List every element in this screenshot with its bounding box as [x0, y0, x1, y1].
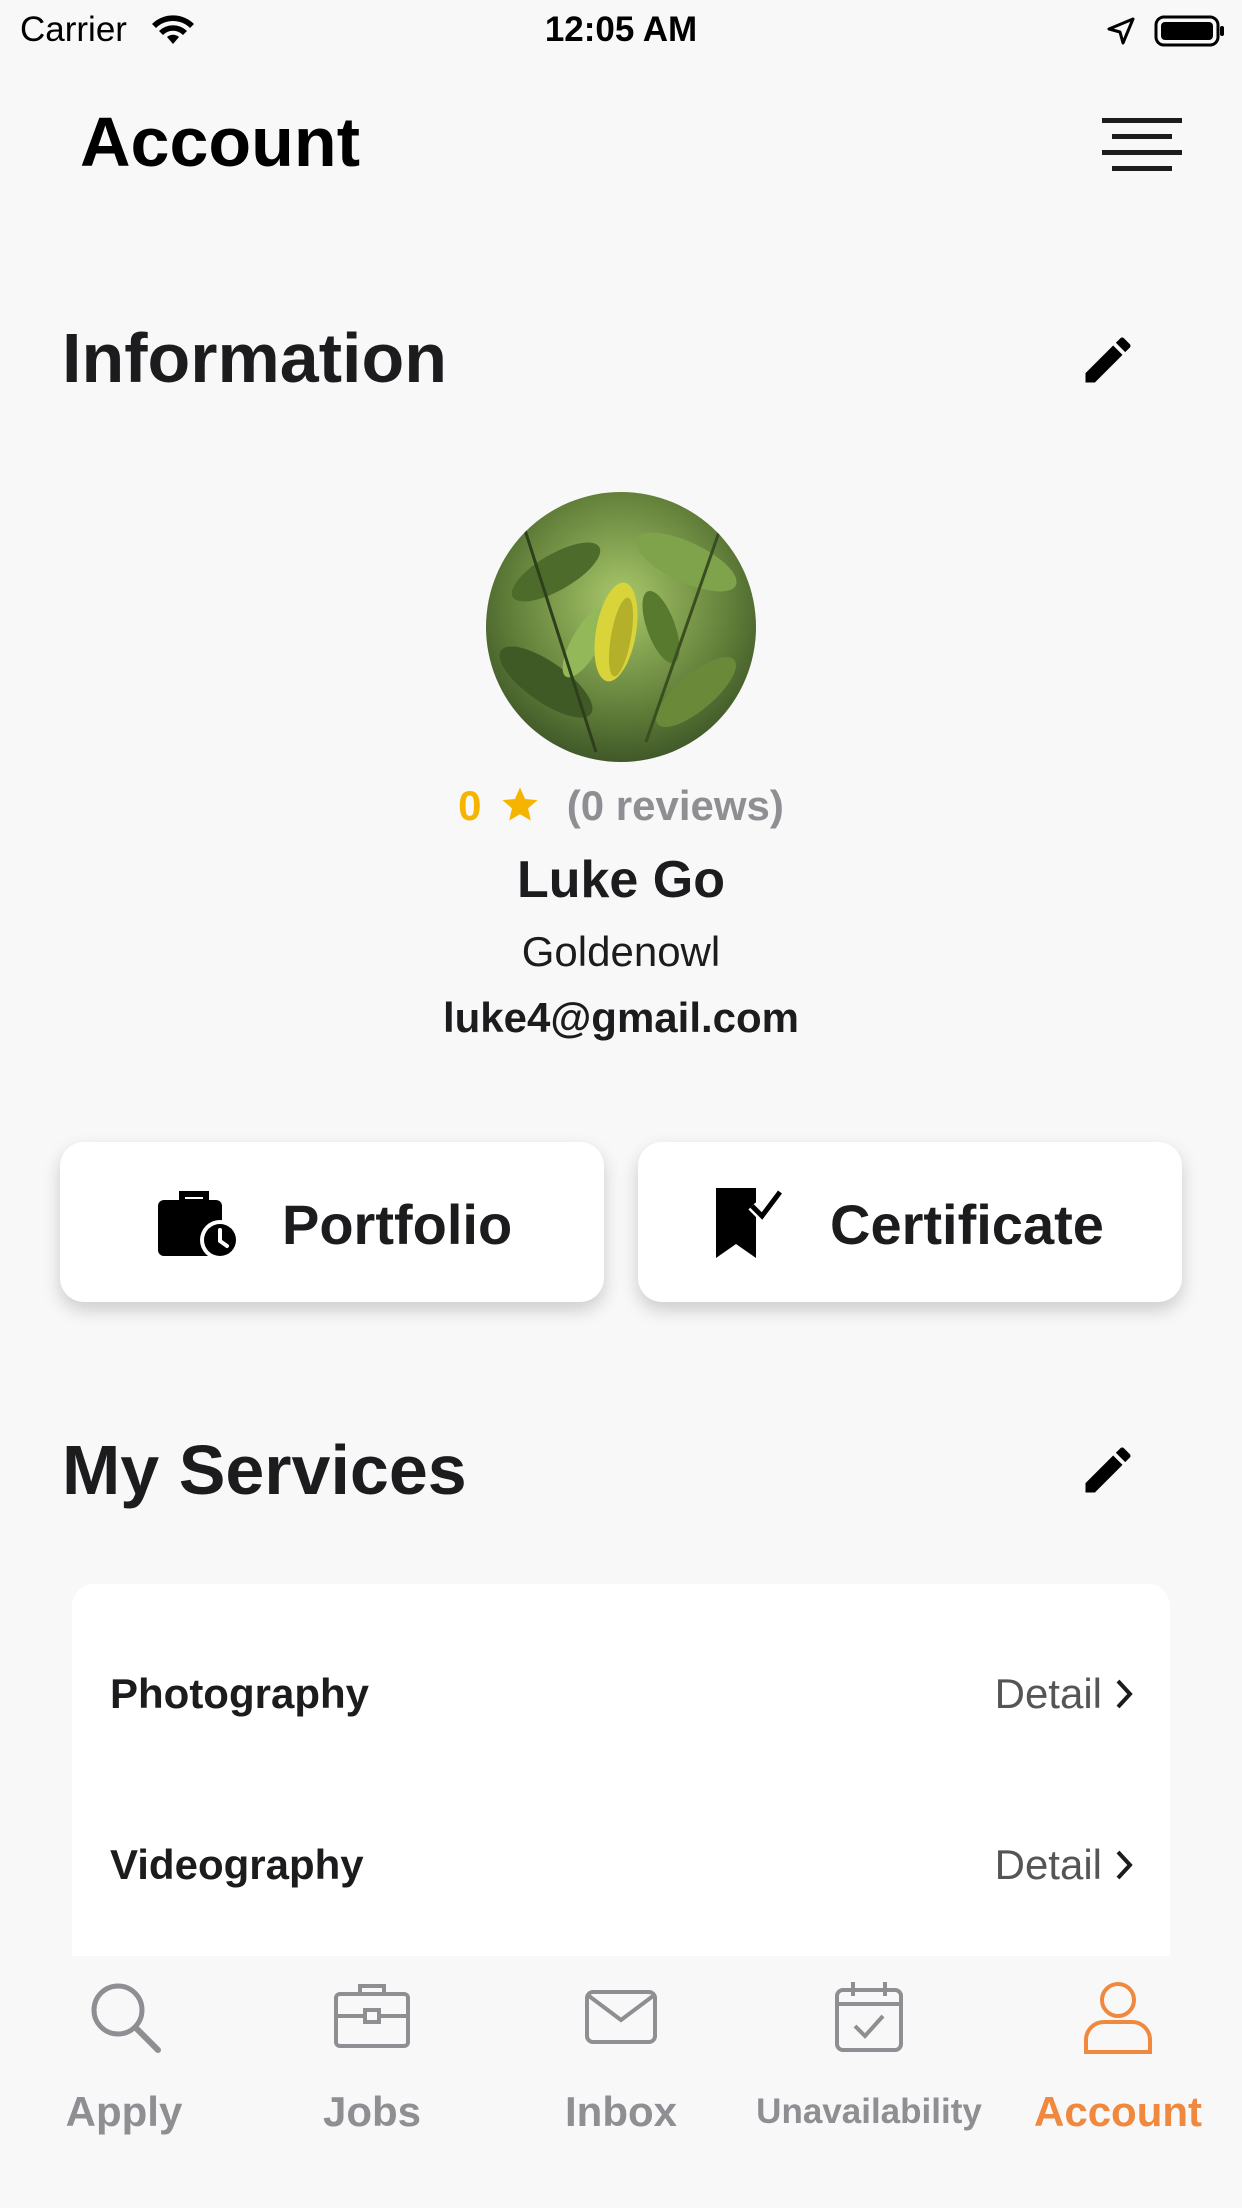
rating-row: 0 (0 reviews): [0, 782, 1242, 830]
tab-apply[interactable]: Apply: [0, 1956, 248, 2156]
services-title: My Services: [62, 1431, 467, 1509]
tab-label: Inbox: [565, 2088, 677, 2135]
service-name: Photography: [110, 1670, 369, 1717]
portfolio-button[interactable]: Portfolio: [60, 1142, 604, 1302]
battery-icon: [1154, 15, 1224, 47]
chevron-right-icon: [1116, 1850, 1133, 1880]
star-icon: [502, 787, 538, 821]
certificate-button[interactable]: Certificate: [638, 1142, 1182, 1302]
briefcase-icon: [334, 1984, 410, 2048]
service-detail-label: Detail: [994, 1670, 1102, 1717]
avatar[interactable]: [486, 492, 756, 762]
tab-label: Jobs: [322, 2088, 422, 2135]
profile-email: luke4@gmail.com: [442, 994, 800, 1041]
tab-unavailability[interactable]: Unavailability: [745, 1956, 993, 2156]
service-detail-link[interactable]: Detail: [995, 1670, 1134, 1718]
rating-value: 0: [458, 782, 482, 829]
menu-icon[interactable]: [1102, 112, 1182, 176]
edit-information-icon[interactable]: [1078, 330, 1138, 390]
mail-icon: [585, 1990, 657, 2044]
chevron-right-icon: [1116, 1679, 1133, 1709]
tab-label: Unavailability: [756, 2092, 982, 2131]
profile-company: Goldenowl: [521, 928, 721, 975]
service-row[interactable]: Photography Detail: [72, 1640, 1170, 1740]
service-name: Videography: [110, 1841, 364, 1888]
service-row[interactable]: Videography Detail: [72, 1811, 1170, 1911]
service-detail-link[interactable]: Detail: [995, 1841, 1134, 1889]
briefcase-clock-icon: [158, 1191, 240, 1260]
reviews-count: (0 reviews): [566, 782, 784, 829]
bookmark-check-icon: [716, 1188, 784, 1258]
search-icon: [91, 1983, 161, 2053]
edit-services-icon[interactable]: [1078, 1440, 1138, 1500]
tab-account[interactable]: Account: [994, 1956, 1242, 2156]
tab-bar: Apply Jobs Inbox Unavailability Account: [0, 1956, 1242, 2208]
service-detail-label: Detail: [994, 1841, 1102, 1888]
tab-inbox[interactable]: Inbox: [497, 1956, 745, 2156]
status-time: 12:05 AM: [544, 10, 698, 49]
tab-jobs[interactable]: Jobs: [248, 1956, 496, 2156]
location-arrow-icon: [1107, 17, 1135, 45]
person-icon: [1084, 1982, 1152, 2054]
status-bar: Carrier 12:05 AM: [0, 0, 1242, 62]
certificate-label: Certificate: [830, 1193, 1104, 1256]
information-title: Information: [62, 319, 447, 397]
page-title: Account: [80, 103, 360, 181]
calendar-check-icon: [835, 1982, 903, 2052]
tab-label: Account: [1034, 2088, 1202, 2135]
portfolio-label: Portfolio: [282, 1193, 513, 1256]
services-card: Photography Detail Videography Detail: [72, 1584, 1170, 2004]
profile-name: Luke Go: [516, 851, 726, 909]
